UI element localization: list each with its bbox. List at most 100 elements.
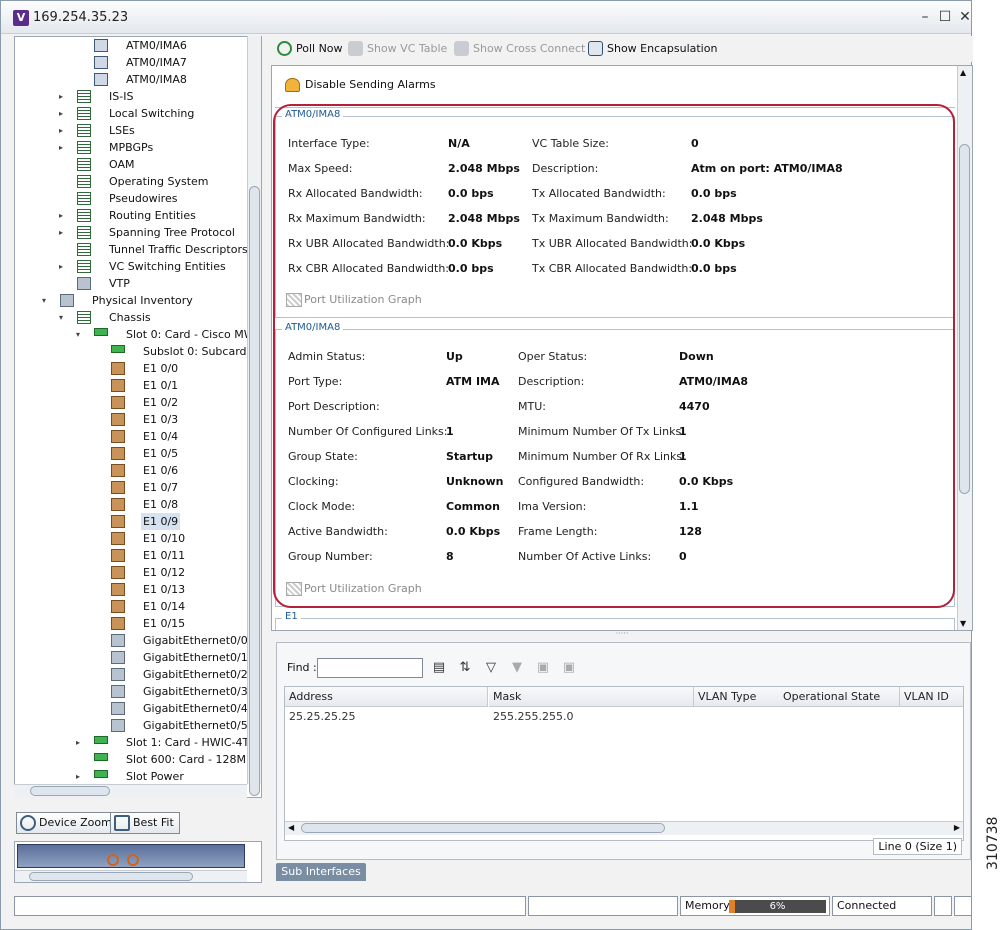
advanced-filter-icon[interactable]: ▼ — [509, 660, 525, 676]
tree-item[interactable]: Subslot 0: Subcard - — [15, 343, 254, 360]
filter-icon[interactable]: ▽ — [483, 660, 499, 676]
show-cross-connect-button[interactable]: Show Cross Connect — [454, 41, 585, 57]
scroll-thumb[interactable] — [301, 823, 665, 833]
collapse-arrow-icon[interactable]: ▾ — [59, 313, 67, 322]
device-zoom-button[interactable]: Device Zoom — [16, 812, 118, 834]
column-header[interactable]: VLAN ID — [900, 687, 963, 707]
scroll-thumb[interactable] — [959, 144, 970, 494]
table-cell[interactable] — [900, 707, 963, 727]
tree-item[interactable]: E1 0/15 — [15, 615, 247, 632]
tree-item[interactable]: ▸ Slot Power — [15, 768, 247, 785]
collapse-arrow-icon[interactable]: ▾ — [42, 296, 50, 305]
close-icon[interactable]: ✕ — [957, 9, 973, 25]
table-cell[interactable] — [779, 707, 900, 727]
tree-item[interactable]: ▸ Slot 1: Card - HWIC-4T: — [15, 734, 252, 751]
tree-item[interactable]: E1 0/7 — [15, 479, 247, 496]
column-header[interactable]: Mask — [489, 687, 694, 707]
expand-arrow-icon[interactable]: ▸ — [76, 738, 84, 747]
tree-item[interactable]: ▸ Local Switching — [15, 105, 247, 122]
tree-item[interactable]: GigabitEthernet0/5 — [15, 717, 248, 734]
tree-item[interactable]: E1 0/2 — [15, 394, 247, 411]
tree-item[interactable]: E1 0/11 — [15, 547, 247, 564]
tree-item[interactable]: E1 0/8 — [15, 496, 247, 513]
port-utilization-graph-link[interactable]: Port Utilization Graph — [286, 582, 422, 596]
minimize-icon[interactable]: – — [917, 9, 933, 25]
tree-item[interactable]: E1 0/12 — [15, 564, 247, 581]
best-fit-button[interactable]: Best Fit — [110, 812, 180, 834]
tree-item[interactable]: E1 0/10 — [15, 530, 247, 547]
tree-item[interactable]: Tunnel Traffic Descriptors — [15, 241, 248, 258]
tree-item[interactable]: E1 0/0 — [15, 360, 247, 377]
export-icon[interactable]: ▣ — [535, 660, 551, 676]
tree-item[interactable]: ▸ IS-IS — [15, 88, 247, 105]
save-icon[interactable]: ▤ — [431, 660, 447, 676]
tab-sub-interfaces[interactable]: Sub Interfaces — [276, 863, 366, 881]
scroll-thumb[interactable] — [29, 872, 193, 881]
column-header[interactable]: Address — [285, 687, 488, 707]
tree-item[interactable]: E1 0/1 — [15, 377, 247, 394]
expand-arrow-icon[interactable]: ▸ — [59, 126, 67, 135]
tree-item[interactable]: E1 0/4 — [15, 428, 247, 445]
tree-vertical-scrollbar[interactable] — [247, 36, 261, 796]
overview-scrollbar[interactable] — [15, 870, 247, 882]
scroll-thumb[interactable] — [249, 186, 260, 796]
tree-item[interactable]: ▸ VC Switching Entities — [15, 258, 247, 275]
collapse-arrow-icon[interactable]: ▾ — [76, 330, 84, 339]
expand-arrow-icon[interactable]: ▸ — [59, 143, 67, 152]
find-input[interactable] — [317, 658, 423, 678]
table-cell[interactable] — [694, 707, 783, 727]
tree-item[interactable]: GigabitEthernet0/1 - — [15, 649, 255, 666]
table-cell[interactable]: 25.25.25.25 — [285, 707, 488, 727]
tree-item[interactable]: GigabitEthernet0/2 — [15, 666, 248, 683]
disable-alarms-button[interactable]: Disable Sending Alarms — [285, 78, 436, 92]
tree-item[interactable]: OAM — [15, 156, 247, 173]
tree-item[interactable]: E1 0/9 — [15, 513, 247, 530]
tree-item[interactable]: ▸ MPBGPs — [15, 139, 247, 156]
tree-horizontal-scrollbar[interactable] — [14, 784, 247, 798]
tree-item[interactable]: ATM0/IMA8 — [15, 71, 247, 88]
tree-item[interactable]: VTP — [15, 275, 247, 292]
expand-arrow-icon[interactable]: ▸ — [59, 211, 67, 220]
tree-item[interactable]: E1 0/6 — [15, 462, 247, 479]
expand-arrow-icon[interactable]: ▸ — [59, 262, 67, 271]
expand-arrow-icon[interactable]: ▸ — [76, 772, 84, 781]
properties-vertical-scrollbar[interactable]: ▲ ▼ — [957, 66, 972, 630]
column-header[interactable]: Operational State — [779, 687, 900, 707]
print-icon[interactable]: ▣ — [561, 660, 577, 676]
table-cell[interactable]: 255.255.255.0 — [489, 707, 694, 727]
expand-arrow-icon[interactable]: ▸ — [59, 109, 67, 118]
tree-item[interactable]: GigabitEthernet0/0 — [15, 632, 248, 649]
poll-now-button[interactable]: Poll Now — [277, 41, 343, 57]
scroll-down-icon[interactable]: ▼ — [960, 619, 966, 628]
tree-item[interactable]: GigabitEthernet0/3 — [15, 683, 248, 700]
panel-splitter[interactable]: ····· — [271, 630, 973, 639]
tree-item[interactable]: ATM0/IMA7 — [15, 54, 247, 71]
tree-item[interactable]: ▸ Spanning Tree Protocol — [15, 224, 247, 241]
tree-item[interactable]: E1 0/3 — [15, 411, 247, 428]
expand-arrow-icon[interactable]: ▸ — [59, 228, 67, 237]
table-horizontal-scrollbar[interactable]: ◀ ▶ — [285, 821, 963, 835]
tree-item[interactable]: ▸ LSEs — [15, 122, 247, 139]
tree-item[interactable]: Pseudowires — [15, 190, 247, 207]
tree-item[interactable]: Slot 600: Card - 128MB — [15, 751, 254, 768]
tree-item[interactable]: ▾ Slot 0: Card - Cisco MW — [15, 326, 255, 343]
tree-item[interactable]: ▸ Routing Entities — [15, 207, 247, 224]
scroll-thumb[interactable] — [30, 786, 110, 796]
scroll-up-icon[interactable]: ▲ — [960, 68, 966, 77]
expand-arrow-icon[interactable]: ▸ — [59, 92, 67, 101]
scroll-left-icon[interactable]: ◀ — [288, 823, 294, 832]
port-utilization-graph-link[interactable]: Port Utilization Graph — [286, 293, 422, 307]
tree-item[interactable]: E1 0/13 — [15, 581, 247, 598]
maximize-icon[interactable]: ☐ — [937, 9, 953, 25]
sort-icon[interactable]: ⇅ — [457, 660, 473, 676]
scroll-right-icon[interactable]: ▶ — [954, 823, 960, 832]
tree-item[interactable]: E1 0/14 — [15, 598, 247, 615]
column-header[interactable]: VLAN Type — [694, 687, 783, 707]
tree-item[interactable]: ATM0/IMA6 — [15, 37, 247, 54]
tree-item[interactable]: E1 0/5 — [15, 445, 247, 462]
tree-item[interactable]: GigabitEthernet0/4 — [15, 700, 248, 717]
tree-item[interactable]: Operating System — [15, 173, 247, 190]
tree-item[interactable]: ▾ Chassis — [15, 309, 247, 326]
device-overview[interactable] — [14, 841, 262, 883]
tree-item[interactable]: ▾ Physical Inventory — [15, 292, 247, 309]
